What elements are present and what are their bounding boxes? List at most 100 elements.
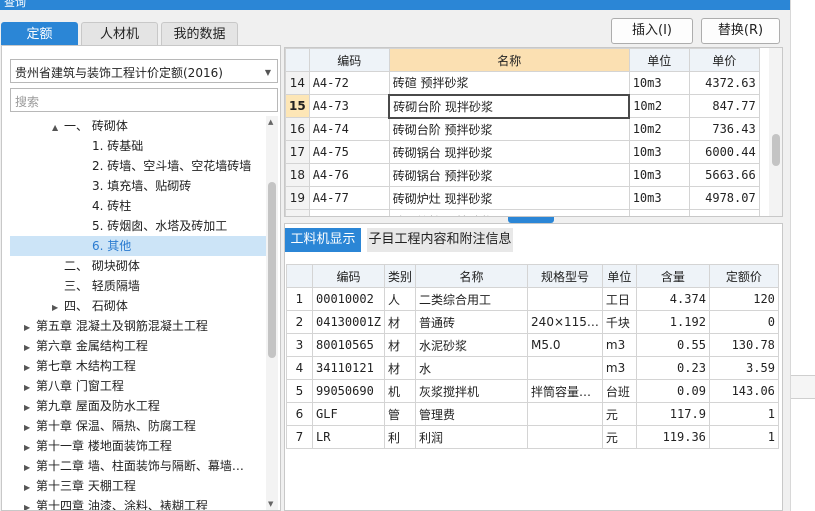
- chevron-down-icon[interactable]: ▼: [265, 68, 271, 77]
- collapse-arrow-icon[interactable]: ▲: [52, 118, 64, 138]
- header-code[interactable]: 编码: [311, 264, 386, 288]
- tree-node[interactable]: 5. 砖烟囱、水塔及砖加工: [10, 216, 266, 236]
- table-row[interactable]: 14 A4-72 砖碹 预拌砂浆 10m3 4372.63: [285, 71, 760, 95]
- tree-node[interactable]: ▶ 第十四章 油漆、涂料、裱糊工程: [10, 496, 266, 510]
- resource-spec: M5.0: [527, 333, 603, 357]
- tree-node[interactable]: 4. 砖柱: [10, 196, 266, 216]
- tree-node[interactable]: ▶ 第八章 门窗工程: [10, 376, 266, 396]
- header-quantity[interactable]: 含量: [635, 264, 710, 288]
- table-row[interactable]: 7 LR 利利润 元 119.36 1: [286, 425, 779, 449]
- table-row[interactable]: 6 GLF 管管理费 元 117.9 1: [286, 402, 779, 426]
- resource-quantity: 117.9: [635, 402, 710, 426]
- tree-node[interactable]: ▲ 一、 砖砌体: [10, 116, 266, 136]
- table-row[interactable]: 5 99050690 机灰浆搅拌机 拌筒容量… 台班 0.09 143.06: [286, 379, 779, 403]
- resource-quantity: 4.374: [635, 287, 710, 311]
- tree-node-label: 第七章 木结构工程: [36, 359, 136, 373]
- header-code[interactable]: 编码: [308, 48, 390, 72]
- resource-code: LR: [311, 425, 386, 449]
- replace-button[interactable]: 替换(R): [701, 18, 780, 44]
- resource-name: 灰浆搅拌机: [415, 379, 529, 403]
- tree-node[interactable]: ▶ 第五章 混凝土及钢筋混凝土工程: [10, 316, 266, 336]
- quota-code: A4-76: [308, 163, 390, 187]
- table-row[interactable]: 2 04130001Z 材普通砖 240×115… 千块 1.192 0: [286, 310, 779, 334]
- table-row[interactable]: 16 A4-74 砖砌台阶 预拌砂浆 10m2 736.43: [285, 117, 760, 141]
- table-row[interactable]: 17 A4-75 砖砌锅台 现拌砂浆 10m3 6000.44: [285, 140, 760, 164]
- tree-node-label: 6. 其他: [92, 239, 132, 253]
- table-row[interactable]: 19 A4-77 砖砌炉灶 现拌砂浆 10m3 4978.07: [285, 186, 760, 210]
- tree-node[interactable]: ▶ 第十一章 楼地面装饰工程: [10, 436, 266, 456]
- expand-arrow-icon[interactable]: ▶: [52, 298, 64, 318]
- expand-arrow-icon[interactable]: ▶: [24, 338, 36, 358]
- tree-scrollbar[interactable]: ▲ ▼: [266, 116, 278, 510]
- row-number: 18: [285, 163, 310, 187]
- tree-scroll-thumb[interactable]: [268, 182, 276, 358]
- tree-node[interactable]: 3. 填充墙、贴砌砖: [10, 176, 266, 196]
- right-strip: [791, 375, 815, 399]
- expand-arrow-icon[interactable]: ▶: [24, 498, 36, 510]
- header-name[interactable]: 名称: [415, 264, 529, 288]
- expand-arrow-icon[interactable]: ▶: [24, 478, 36, 498]
- library-select[interactable]: 贵州省建筑与装饰工程计价定额(2016) ▼: [10, 59, 278, 83]
- quota-name: 砖碹 预拌砂浆: [388, 71, 630, 95]
- resource-grid: 编码 类别 名称 规格型号 单位 含量 定额价 1 00010002 人二类综合用工…: [286, 264, 779, 449]
- table-row[interactable]: 1 00010002 人二类综合用工 工日 4.374 120: [286, 287, 779, 311]
- tab-work-content-notes[interactable]: 子目工程内容和附注信息: [367, 228, 513, 252]
- tree-node[interactable]: ▶ 第九章 屋面及防水工程: [10, 396, 266, 416]
- resource-category: 管: [384, 402, 417, 426]
- header-unit[interactable]: 单位: [628, 48, 690, 72]
- quota-unit: 10m3: [628, 140, 690, 164]
- resource-spec: [527, 425, 603, 449]
- tree-node[interactable]: ▶ 四、 石砌体: [10, 296, 266, 316]
- tree-node-label: 第十二章 墙、柱面装饰与隔断、幕墙…: [36, 459, 244, 473]
- header-price[interactable]: 单价: [688, 48, 760, 72]
- table-row[interactable]: 20A4-78砖砌炉灶 预拌砂浆10m34649.03: [285, 209, 760, 216]
- header-category[interactable]: 类别: [384, 264, 417, 288]
- header-quota-price[interactable]: 定额价: [708, 264, 779, 288]
- quota-grid: 编码 名称 单位 单价 14 A4-72 砖碹 预拌砂浆 10m3 4372.63 15 A…: [285, 48, 760, 216]
- quota-code: A4-78: [308, 209, 390, 216]
- tree-node[interactable]: 1. 砖基础: [10, 136, 266, 156]
- tree-node[interactable]: 2. 砖墙、空斗墙、空花墙砖墙: [10, 156, 266, 176]
- table-row[interactable]: 4 34110121 材水 m3 0.23 3.59: [286, 356, 779, 380]
- tree-node[interactable]: ▶ 第十章 保温、隔热、防腐工程: [10, 416, 266, 436]
- tree-node[interactable]: 三、 轻质隔墙: [10, 276, 266, 296]
- tree-node-label: 一、 砖砌体: [64, 119, 128, 133]
- header-name[interactable]: 名称: [388, 48, 630, 72]
- quota-code: A4-74: [308, 117, 390, 141]
- window-title: 查询: [4, 0, 26, 9]
- scroll-up-icon[interactable]: ▲: [268, 118, 273, 126]
- expand-arrow-icon[interactable]: ▶: [24, 438, 36, 458]
- quota-unit: 10m2: [628, 94, 690, 118]
- tree-node[interactable]: 二、 砌块砌体: [10, 256, 266, 276]
- insert-button[interactable]: 插入(I): [611, 18, 693, 44]
- search-input[interactable]: 搜索: [10, 88, 278, 112]
- quota-scroll-thumb[interactable]: [772, 134, 780, 166]
- tree-node[interactable]: ▶ 第六章 金属结构工程: [10, 336, 266, 356]
- table-row[interactable]: 18 A4-76 砖砌锅台 预拌砂浆 10m3 5663.66: [285, 163, 760, 187]
- header-unit[interactable]: 单位: [601, 264, 637, 288]
- expand-arrow-icon[interactable]: ▶: [24, 418, 36, 438]
- tree-node[interactable]: ▶ 第七章 木结构工程: [10, 356, 266, 376]
- expand-arrow-icon[interactable]: ▶: [24, 458, 36, 478]
- resource-code: 99050690: [311, 379, 386, 403]
- resource-price: 0: [708, 310, 779, 334]
- tree-node-label: 第九章 屋面及防水工程: [36, 399, 160, 413]
- table-row[interactable]: 15 A4-73 砖砌台阶 现拌砂浆 10m2 847.77: [285, 93, 760, 119]
- quota-table-scrollbar[interactable]: [769, 48, 782, 216]
- scroll-down-icon[interactable]: ▼: [268, 500, 273, 508]
- expand-arrow-icon[interactable]: ▶: [24, 398, 36, 418]
- expand-arrow-icon[interactable]: ▶: [24, 358, 36, 378]
- expand-arrow-icon[interactable]: ▶: [24, 378, 36, 398]
- tree-node[interactable]: ▶ 第十二章 墙、柱面装饰与隔断、幕墙…: [10, 456, 266, 476]
- table-row[interactable]: 3 80010565 材水泥砂浆 M5.0 m3 0.55 130.78: [286, 333, 779, 357]
- quota-price: 4372.63: [688, 71, 760, 95]
- tab-resource-display[interactable]: 工料机显示: [285, 228, 361, 252]
- resource-category: 材: [384, 310, 417, 334]
- tree-node[interactable]: 6. 其他: [10, 236, 266, 256]
- resource-spec: [527, 356, 603, 380]
- window-title-bar: 查询: [0, 0, 790, 10]
- header-spec[interactable]: 规格型号: [527, 264, 603, 288]
- resource-spec: [527, 402, 603, 426]
- expand-arrow-icon[interactable]: ▶: [24, 318, 36, 338]
- tree-node[interactable]: ▶ 第十三章 天棚工程: [10, 476, 266, 496]
